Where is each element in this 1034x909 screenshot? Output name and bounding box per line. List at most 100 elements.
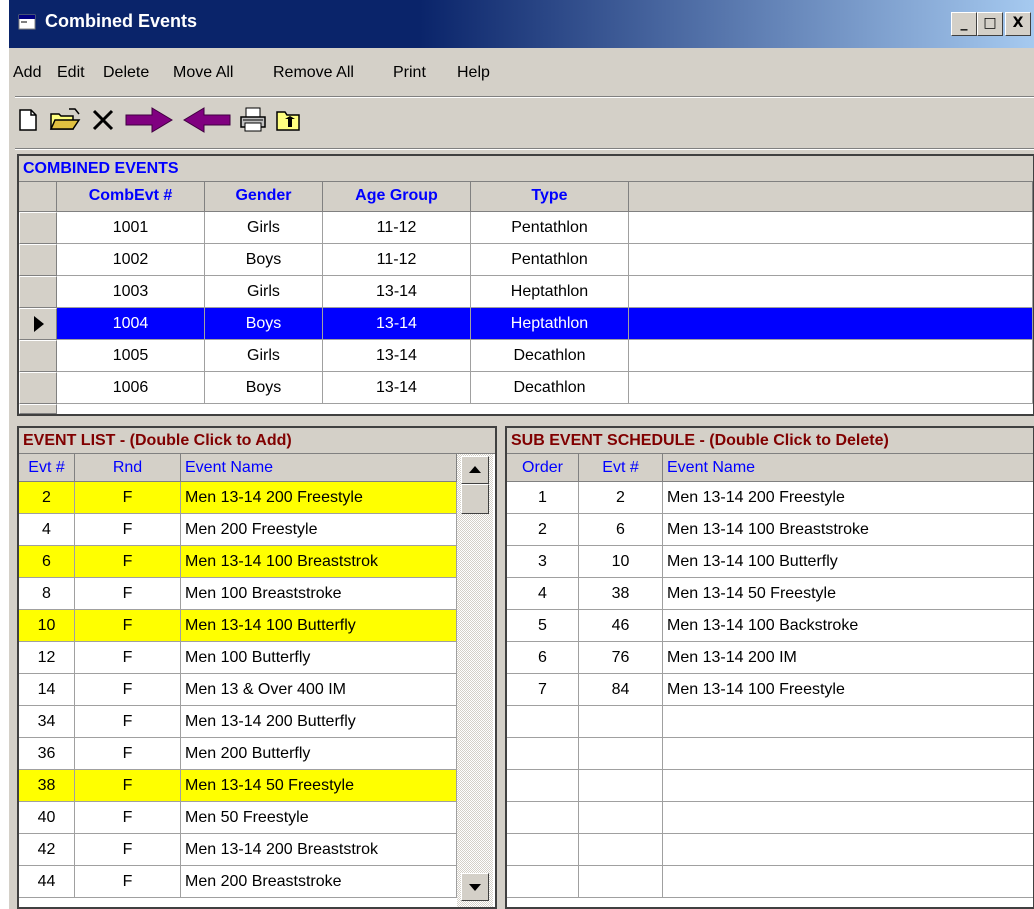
open-folder-icon[interactable] bbox=[47, 102, 83, 138]
row-selector[interactable] bbox=[19, 244, 57, 276]
table-cell[interactable]: Men 13-14 100 Butterfly bbox=[181, 610, 457, 642]
table-cell[interactable]: F bbox=[75, 834, 181, 866]
table-cell[interactable]: 1002 bbox=[57, 244, 205, 276]
table-cell[interactable]: 7 bbox=[507, 674, 579, 706]
table-cell[interactable]: 1003 bbox=[57, 276, 205, 308]
close-button[interactable]: X bbox=[1005, 12, 1031, 36]
table-cell[interactable]: Men 13-14 50 Freestyle bbox=[181, 770, 457, 802]
table-cell[interactable]: Pentathlon bbox=[471, 212, 629, 244]
table-cell[interactable]: 36 bbox=[19, 738, 75, 770]
table-cell[interactable]: Men 13-14 100 Backstroke bbox=[663, 610, 1033, 642]
arrow-left-icon[interactable] bbox=[181, 102, 233, 138]
menu-edit[interactable]: Edit bbox=[57, 64, 85, 82]
table-cell[interactable]: F bbox=[75, 514, 181, 546]
column-header[interactable]: Order bbox=[507, 454, 579, 482]
table-cell[interactable]: F bbox=[75, 642, 181, 674]
table-cell[interactable]: F bbox=[75, 482, 181, 514]
table-cell[interactable]: Men 13-14 100 Breaststrok bbox=[181, 546, 457, 578]
splitter[interactable] bbox=[9, 416, 1034, 426]
table-cell[interactable]: Pentathlon bbox=[471, 244, 629, 276]
table-cell[interactable]: 2 bbox=[579, 482, 663, 514]
table-cell[interactable]: Men 13-14 50 Freestyle bbox=[663, 578, 1033, 610]
table-cell[interactable]: F bbox=[75, 706, 181, 738]
column-header[interactable]: Evt # bbox=[19, 454, 75, 482]
table-cell[interactable]: Heptathlon bbox=[471, 308, 629, 340]
table-cell[interactable]: Decathlon bbox=[471, 372, 629, 404]
row-selector[interactable] bbox=[19, 340, 57, 372]
table-cell[interactable]: Men 13-14 200 IM bbox=[663, 642, 1033, 674]
table-cell[interactable]: F bbox=[75, 770, 181, 802]
table-cell[interactable]: Boys bbox=[205, 372, 323, 404]
table-cell[interactable]: 3 bbox=[507, 546, 579, 578]
column-header[interactable]: Event Name bbox=[181, 454, 457, 482]
table-cell[interactable]: Men 100 Breaststroke bbox=[181, 578, 457, 610]
table-cell[interactable]: 13-14 bbox=[323, 340, 471, 372]
column-header[interactable]: Rnd bbox=[75, 454, 181, 482]
table-cell-empty[interactable] bbox=[663, 866, 1033, 898]
table-cell[interactable]: F bbox=[75, 578, 181, 610]
table-cell[interactable]: 1 bbox=[507, 482, 579, 514]
table-cell-empty[interactable] bbox=[629, 372, 1033, 404]
table-cell[interactable]: 46 bbox=[579, 610, 663, 642]
table-cell[interactable]: 8 bbox=[19, 578, 75, 610]
table-cell[interactable]: 13-14 bbox=[323, 372, 471, 404]
table-cell-empty[interactable] bbox=[507, 866, 579, 898]
table-cell-empty[interactable] bbox=[579, 770, 663, 802]
table-cell[interactable]: F bbox=[75, 738, 181, 770]
table-cell[interactable]: 42 bbox=[19, 834, 75, 866]
table-cell-empty[interactable] bbox=[663, 834, 1033, 866]
table-cell-empty[interactable] bbox=[663, 770, 1033, 802]
sub-event-schedule-grid[interactable]: SUB EVENT SCHEDULE - (Double Click to De… bbox=[505, 426, 1034, 909]
table-cell[interactable]: 38 bbox=[579, 578, 663, 610]
table-cell[interactable]: Men 13-14 200 Freestyle bbox=[663, 482, 1033, 514]
table-cell-empty[interactable] bbox=[579, 802, 663, 834]
scroll-down-button[interactable] bbox=[461, 873, 489, 901]
title-bar[interactable]: Combined Events _ □ X bbox=[9, 0, 1034, 48]
folder-up-icon[interactable] bbox=[273, 102, 303, 138]
table-cell[interactable]: F bbox=[75, 546, 181, 578]
table-cell-empty[interactable] bbox=[579, 834, 663, 866]
table-cell-empty[interactable] bbox=[629, 244, 1033, 276]
column-header[interactable]: Age Group bbox=[323, 182, 471, 212]
table-cell[interactable]: 13-14 bbox=[323, 276, 471, 308]
table-cell[interactable]: 2 bbox=[507, 514, 579, 546]
table-cell-empty[interactable] bbox=[663, 802, 1033, 834]
table-cell[interactable]: 40 bbox=[19, 802, 75, 834]
table-cell-empty[interactable] bbox=[629, 308, 1033, 340]
table-cell[interactable]: Men 13-14 100 Freestyle bbox=[663, 674, 1033, 706]
table-cell[interactable]: 10 bbox=[579, 546, 663, 578]
table-cell-empty[interactable] bbox=[663, 706, 1033, 738]
column-header[interactable]: Evt # bbox=[579, 454, 663, 482]
vertical-scrollbar[interactable] bbox=[457, 454, 493, 907]
column-header[interactable]: CombEvt # bbox=[57, 182, 205, 212]
table-cell[interactable]: 38 bbox=[19, 770, 75, 802]
table-cell[interactable]: Men 13-14 100 Butterfly bbox=[663, 546, 1033, 578]
table-cell[interactable]: 76 bbox=[579, 642, 663, 674]
menu-print[interactable]: Print bbox=[393, 64, 426, 82]
table-cell[interactable]: F bbox=[75, 866, 181, 898]
table-cell[interactable]: F bbox=[75, 610, 181, 642]
table-cell-empty[interactable] bbox=[629, 276, 1033, 308]
menu-remove-all[interactable]: Remove All bbox=[273, 64, 354, 82]
table-cell[interactable]: Boys bbox=[205, 308, 323, 340]
table-cell[interactable]: Men 13 & Over 400 IM bbox=[181, 674, 457, 706]
table-cell-empty[interactable] bbox=[663, 738, 1033, 770]
table-cell-empty[interactable] bbox=[629, 340, 1033, 372]
menu-add[interactable]: Add bbox=[13, 64, 41, 82]
table-cell[interactable]: 84 bbox=[579, 674, 663, 706]
table-cell[interactable]: 4 bbox=[507, 578, 579, 610]
table-cell-empty[interactable] bbox=[579, 738, 663, 770]
table-cell[interactable]: 11-12 bbox=[323, 212, 471, 244]
table-cell-empty[interactable] bbox=[507, 834, 579, 866]
new-icon[interactable] bbox=[15, 102, 41, 138]
table-cell[interactable]: 6 bbox=[19, 546, 75, 578]
table-cell[interactable]: Girls bbox=[205, 276, 323, 308]
table-cell[interactable]: 34 bbox=[19, 706, 75, 738]
table-cell-empty[interactable] bbox=[507, 706, 579, 738]
printer-icon[interactable] bbox=[237, 102, 269, 138]
table-cell[interactable]: 6 bbox=[579, 514, 663, 546]
table-cell[interactable]: 5 bbox=[507, 610, 579, 642]
table-cell[interactable]: 2 bbox=[19, 482, 75, 514]
table-cell[interactable]: Men 50 Freestyle bbox=[181, 802, 457, 834]
table-cell-empty[interactable] bbox=[507, 738, 579, 770]
